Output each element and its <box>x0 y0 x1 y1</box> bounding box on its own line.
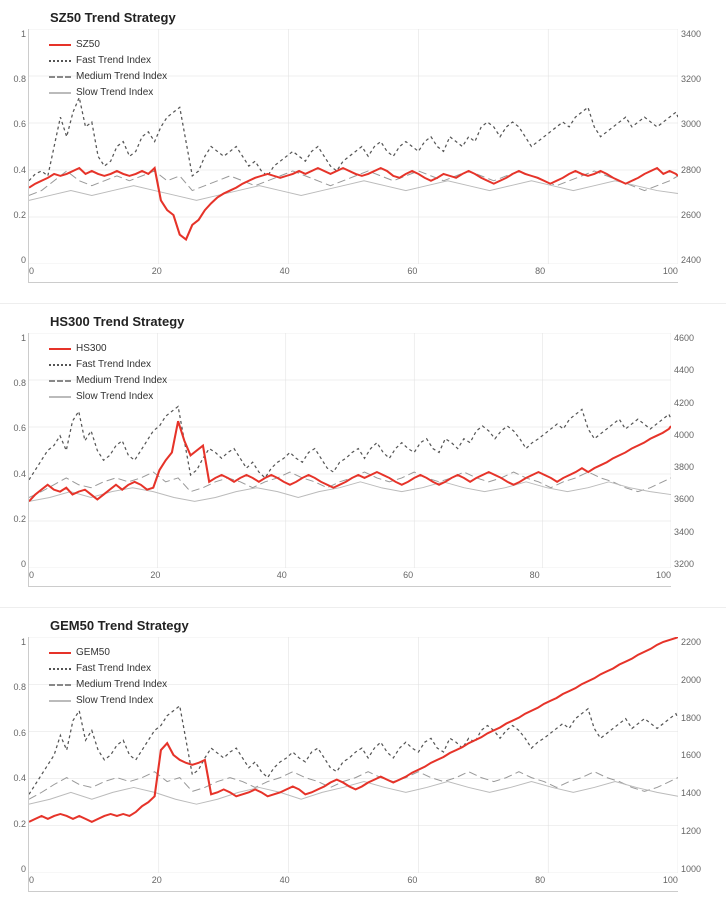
hs300-plot-area: HS300 Fast Trend Index Medium Trend Inde… <box>28 333 671 587</box>
sz50-plot-area: SZ50 Fast Trend Index Medium Trend Index… <box>28 29 678 283</box>
sz50-legend-primary-icon <box>49 44 71 46</box>
sz50-chart: SZ50 Trend Strategy 1 0.8 0.6 0.4 0.2 0 <box>0 0 726 304</box>
gem50-title: GEM50 Trend Strategy <box>50 618 716 633</box>
gem50-y-axis-right: 2200 2000 1800 1600 1400 1200 1000 <box>678 637 716 892</box>
hs300-legend-medium-icon <box>49 380 71 382</box>
gem50-legend-medium-label: Medium Trend Index <box>76 677 167 693</box>
hs300-y-axis-right: 4600 4400 4200 4000 3800 3600 3400 3200 <box>671 333 716 587</box>
sz50-legend-medium-label: Medium Trend Index <box>76 69 167 85</box>
hs300-fast-trend <box>29 406 671 479</box>
sz50-title: SZ50 Trend Strategy <box>50 10 716 25</box>
gem50-legend-primary-icon <box>49 652 71 654</box>
gem50-fast-trend <box>29 706 678 795</box>
sz50-price <box>29 168 678 239</box>
sz50-legend-primary-label: SZ50 <box>76 37 100 53</box>
hs300-legend-primary-label: HS300 <box>76 341 107 357</box>
hs300-chart: HS300 Trend Strategy 1 0.8 0.6 0.4 0.2 0 <box>0 304 726 608</box>
sz50-legend-fast: Fast Trend Index <box>49 53 167 69</box>
gem50-legend-primary: GEM50 <box>49 645 167 661</box>
gem50-legend-slow-label: Slow Trend Index <box>76 693 153 709</box>
gem50-legend: GEM50 Fast Trend Index Medium Trend Inde… <box>49 645 167 709</box>
hs300-legend-slow-icon <box>49 396 71 398</box>
sz50-legend-primary: SZ50 <box>49 37 167 53</box>
hs300-legend-medium: Medium Trend Index <box>49 373 167 389</box>
sz50-legend-slow-icon <box>49 92 71 94</box>
gem50-medium-trend <box>29 772 678 800</box>
hs300-legend-fast: Fast Trend Index <box>49 357 167 373</box>
gem50-legend-fast-label: Fast Trend Index <box>76 661 151 677</box>
sz50-legend-fast-icon <box>49 60 71 62</box>
sz50-legend: SZ50 Fast Trend Index Medium Trend Index… <box>49 37 167 101</box>
hs300-legend: HS300 Fast Trend Index Medium Trend Inde… <box>49 341 167 405</box>
hs300-legend-medium-label: Medium Trend Index <box>76 373 167 389</box>
sz50-x-axis: 0 20 40 60 80 100 <box>29 264 678 282</box>
sz50-legend-fast-label: Fast Trend Index <box>76 53 151 69</box>
sz50-y-axis-left: 1 0.8 0.6 0.4 0.2 0 <box>10 29 28 283</box>
hs300-title: HS300 Trend Strategy <box>50 314 716 329</box>
sz50-legend-medium-icon <box>49 76 71 78</box>
hs300-legend-slow: Slow Trend Index <box>49 389 167 405</box>
gem50-slow-trend <box>29 782 678 805</box>
hs300-y-axis-left: 1 0.8 0.6 0.4 0.2 0 <box>10 333 28 587</box>
hs300-slow-trend <box>29 482 671 502</box>
sz50-fast-trend <box>29 98 678 181</box>
hs300-legend-fast-label: Fast Trend Index <box>76 357 151 373</box>
gem50-legend-fast-icon <box>49 668 71 670</box>
gem50-legend-medium: Medium Trend Index <box>49 677 167 693</box>
gem50-legend-fast: Fast Trend Index <box>49 661 167 677</box>
gem50-legend-slow-icon <box>49 700 71 702</box>
gem50-plot-area: GEM50 Fast Trend Index Medium Trend Inde… <box>28 637 678 892</box>
sz50-slow-trend <box>29 181 678 201</box>
sz50-legend-medium: Medium Trend Index <box>49 69 167 85</box>
gem50-y-axis-left: 1 0.8 0.6 0.4 0.2 0 <box>10 637 28 892</box>
sz50-y-axis-right: 3400 3200 3000 2800 2600 2400 <box>678 29 716 283</box>
gem50-legend-primary-label: GEM50 <box>76 645 110 661</box>
gem50-legend-medium-icon <box>49 684 71 686</box>
sz50-legend-slow-label: Slow Trend Index <box>76 85 153 101</box>
hs300-legend-slow-label: Slow Trend Index <box>76 389 153 405</box>
hs300-legend-fast-icon <box>49 364 71 366</box>
gem50-legend-slow: Slow Trend Index <box>49 693 167 709</box>
gem50-chart: GEM50 Trend Strategy 1 0.8 0.6 0.4 0.2 0 <box>0 608 726 912</box>
sz50-legend-slow: Slow Trend Index <box>49 85 167 101</box>
hs300-x-axis: 0 20 40 60 80 100 <box>29 568 671 586</box>
hs300-legend-primary: HS300 <box>49 341 167 357</box>
hs300-legend-primary-icon <box>49 348 71 350</box>
gem50-x-axis: 0 20 40 60 80 100 <box>29 873 678 891</box>
